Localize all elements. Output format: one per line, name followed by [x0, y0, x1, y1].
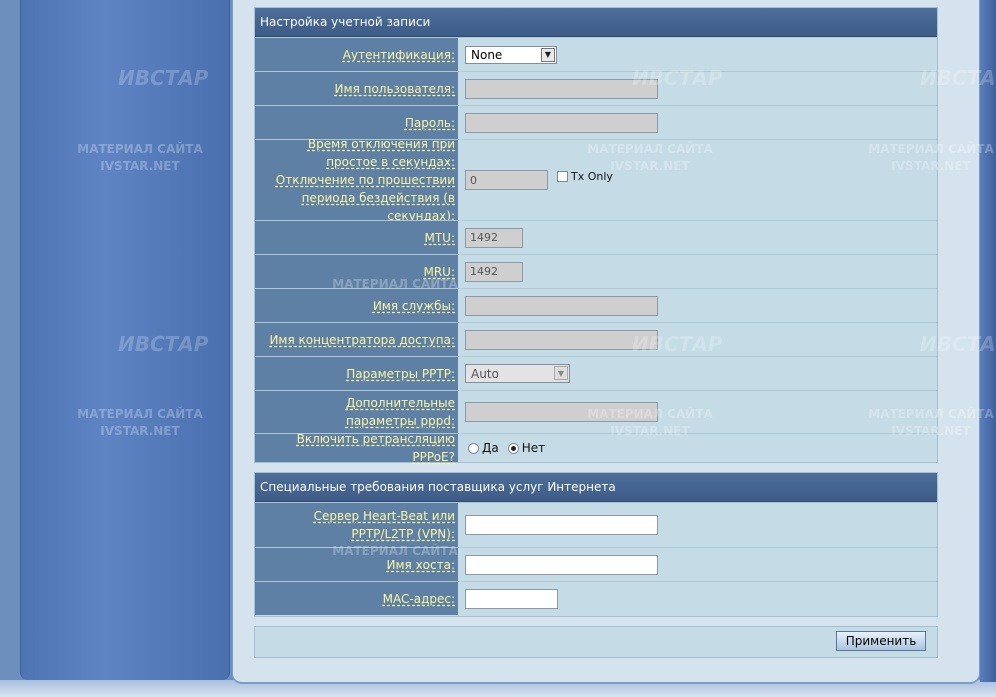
pppd-options-label: Дополнительные параметры pppd: [345, 396, 455, 428]
pptp-options-label: Параметры PPTP: [346, 366, 455, 381]
auth-row: Аутентификация: None ▼ [255, 37, 937, 71]
heartbeat-label: Сервер Heart-Beat или PPTP/L2TP (VPN): [313, 509, 455, 541]
hostname-row: Имя хоста: [255, 547, 937, 581]
pptp-options-row: Параметры PPTP: Auto ▼ [255, 356, 937, 390]
pptp-options-value: Auto [471, 366, 499, 381]
relay-yes-radio[interactable] [468, 442, 479, 454]
chevron-down-icon: ▼ [541, 47, 555, 62]
heartbeat-row: Сервер Heart-Beat или PPTP/L2TP (VPN): [255, 502, 937, 547]
tx-only-checkbox[interactable] [557, 170, 568, 182]
username-row: Имя пользователя: [255, 71, 937, 105]
password-label: Пароль: [404, 115, 455, 130]
account-settings-title: Настройка учетной записи [255, 8, 937, 37]
service-name-row: Имя службы: [255, 288, 937, 322]
password-row: Пароль: [255, 105, 937, 139]
username-input[interactable] [465, 78, 658, 99]
heartbeat-server-input[interactable] [465, 515, 658, 535]
mru-row: MRU: 1492 [255, 254, 937, 288]
relay-yes-label: Да [482, 441, 499, 455]
left-nav-panel [20, 0, 230, 680]
mac-address-label: MAC-адрес: [382, 591, 455, 606]
pppd-options-row: Дополнительные параметры pppd: [255, 390, 937, 433]
account-settings-section: Настройка учетной записи Аутентификация:… [254, 7, 938, 464]
pptp-options-select[interactable]: Auto ▼ [465, 364, 570, 383]
service-name-input[interactable] [465, 295, 658, 316]
access-concentrator-input[interactable] [465, 329, 658, 350]
auth-label: Аутентификация: [342, 47, 455, 62]
idle-timeout-label: Время отключения при простое в секундах:… [275, 137, 455, 223]
username-label: Имя пользователя: [334, 81, 455, 96]
auth-select[interactable]: None ▼ [465, 45, 557, 64]
service-name-label: Имя службы: [372, 298, 455, 313]
mac-address-input[interactable] [465, 588, 558, 609]
mtu-row: MTU: 1492 [255, 220, 937, 254]
pppoe-relay-label: Включить ретрансляцию PPPoE? [296, 432, 455, 464]
access-concentrator-row: Имя концентратора доступа: [255, 322, 937, 356]
isp-requirements-section: Специальные требования поставщика услуг … [254, 472, 938, 617]
mru-input[interactable]: 1492 [465, 261, 523, 282]
right-edge [980, 0, 996, 682]
mtu-input[interactable]: 1492 [465, 227, 523, 248]
mru-label: MRU: [423, 264, 455, 279]
chevron-down-icon: ▼ [554, 366, 568, 380]
hostname-label: Имя хоста: [386, 557, 456, 572]
hostname-input[interactable] [465, 554, 658, 575]
password-input[interactable] [465, 112, 658, 133]
mtu-label: MTU: [424, 230, 455, 245]
mac-address-row: MAC-адрес: [255, 581, 937, 615]
tx-only-label: Tx Only [571, 169, 613, 183]
idle-timeout-row: Время отключения при простое в секундах:… [255, 137, 937, 223]
apply-button[interactable]: Применить [836, 631, 926, 651]
pppd-options-input[interactable] [465, 402, 658, 422]
relay-no-radio[interactable] [507, 442, 519, 454]
apply-bar: Применить [254, 626, 938, 658]
auth-select-value: None [471, 47, 503, 62]
isp-requirements-title: Специальные требования поставщика услуг … [255, 473, 937, 502]
access-concentrator-label: Имя концентратора доступа: [269, 332, 455, 347]
pppoe-relay-row: Включить ретрансляцию PPPoE? Да Нет [255, 432, 937, 464]
relay-no-label: Нет [521, 441, 546, 455]
idle-timeout-input[interactable]: 0 [465, 170, 548, 190]
